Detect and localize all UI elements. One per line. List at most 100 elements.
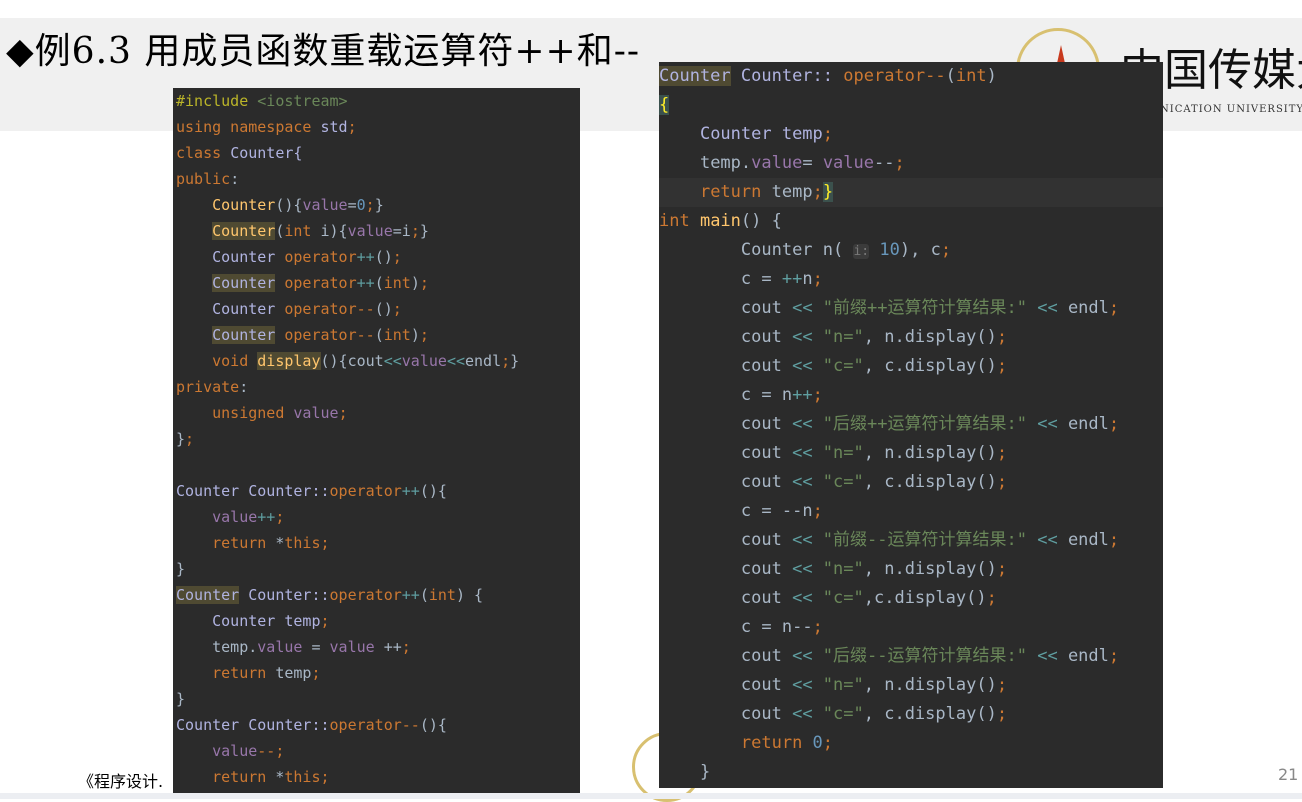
code-token: int — [383, 326, 411, 344]
code-token: ; — [320, 612, 330, 630]
code-token: value — [212, 508, 258, 526]
code-token: ; — [940, 240, 952, 260]
code-token: ; — [996, 327, 1008, 347]
code-token: "n=" — [822, 327, 864, 347]
code-token: int — [428, 586, 456, 604]
code-token: ; — [275, 742, 285, 760]
code-token: ; — [822, 733, 834, 753]
code-token: } — [510, 352, 520, 370]
code-token: << — [792, 559, 823, 579]
code-token: main — [699, 211, 741, 231]
code-token: ; — [392, 300, 402, 318]
code-token: = — [347, 196, 357, 214]
code-line: cout << "后缀++运算符计算结果:" << endl; — [659, 410, 1163, 439]
code-screenshot-class-definition: #include <iostream> using namespace std; c… — [173, 88, 580, 796]
code-token: ) { — [455, 586, 484, 604]
code-line: cout << "n=", n.display(); — [659, 555, 1163, 584]
code-line: public: — [173, 166, 580, 192]
code-token: operator — [329, 716, 402, 734]
page-number: 21 — [1278, 765, 1299, 784]
code-token: n — [802, 269, 813, 289]
code-token: operator — [329, 482, 402, 500]
code-token: "前缀++运算符计算结果:" — [822, 298, 1027, 318]
code-line: using namespace std; — [173, 114, 580, 140]
code-token: temp — [771, 182, 813, 202]
code-line: return *this; — [173, 530, 580, 556]
code-token: operator — [284, 300, 357, 318]
code-token: ; — [996, 675, 1008, 695]
code-line: return temp;} — [659, 178, 1163, 207]
code-token: -- — [874, 153, 895, 173]
code-token: cout — [740, 588, 793, 608]
code-token: ; — [996, 443, 1008, 463]
code-token: "n=" — [822, 443, 864, 463]
code-token: ( — [374, 274, 384, 292]
code-token: ; — [812, 385, 823, 405]
code-token: return — [740, 733, 813, 753]
code-token: } — [822, 182, 834, 202]
code-token: , c.display() — [863, 472, 997, 492]
code-token: Counter:: — [730, 66, 844, 86]
code-token: << — [383, 352, 402, 370]
code-token: cout — [740, 327, 793, 347]
logo-subtext: NICATION UNIVERSITY — [1160, 104, 1302, 115]
code-token: private — [176, 378, 240, 396]
code-token: 10 — [869, 240, 900, 260]
code-token: 0 — [812, 733, 823, 753]
code-token: endl — [1067, 530, 1109, 550]
code-token: temp. — [212, 638, 258, 656]
code-token: Counter — [176, 586, 240, 604]
code-token: << — [792, 327, 823, 347]
code-token: << — [792, 588, 823, 608]
code-token: n — [802, 501, 813, 521]
code-token: -- — [356, 300, 375, 318]
code-line: { — [659, 91, 1163, 120]
code-token: value — [347, 222, 393, 240]
code-token: ; — [338, 404, 348, 422]
code-token: cout — [740, 443, 793, 463]
code-token: , n.display() — [863, 559, 997, 579]
code-line: Counter(int i){value=i;} — [173, 218, 580, 244]
code-token: ; — [320, 768, 330, 786]
code-token: (){ — [419, 482, 447, 500]
code-token: endl — [1067, 414, 1109, 434]
code-token: << — [792, 530, 823, 550]
code-token: temp. — [699, 153, 752, 173]
code-token: ; — [1108, 530, 1120, 550]
footer-text: 《程序设计. — [78, 772, 164, 791]
code-token: ; — [419, 326, 429, 344]
code-token: ), c — [899, 240, 941, 260]
code-token: <iostream> — [257, 92, 348, 110]
code-token: ++ — [401, 586, 420, 604]
code-token: ; — [185, 430, 195, 448]
code-line: Counter operator++(int); — [173, 270, 580, 296]
code-token: ; — [410, 222, 420, 240]
code-token: temp — [275, 664, 312, 682]
code-token: () — [374, 300, 393, 318]
code-line: } — [659, 758, 1163, 787]
code-line: c = n--; — [659, 613, 1163, 642]
code-token: operator — [843, 66, 926, 86]
code-token: Counter{ — [230, 144, 303, 162]
code-line: cout << "前缀++运算符计算结果:" << endl; — [659, 294, 1163, 323]
code-token: cout — [740, 530, 793, 550]
code-token: ( — [419, 586, 429, 604]
code-token: (){cout — [320, 352, 384, 370]
code-token: } — [176, 560, 186, 578]
code-line: class Counter{ — [173, 140, 580, 166]
code-line: }; — [173, 426, 580, 452]
code-token: ; — [1108, 298, 1120, 318]
code-token: i){ — [320, 222, 348, 240]
